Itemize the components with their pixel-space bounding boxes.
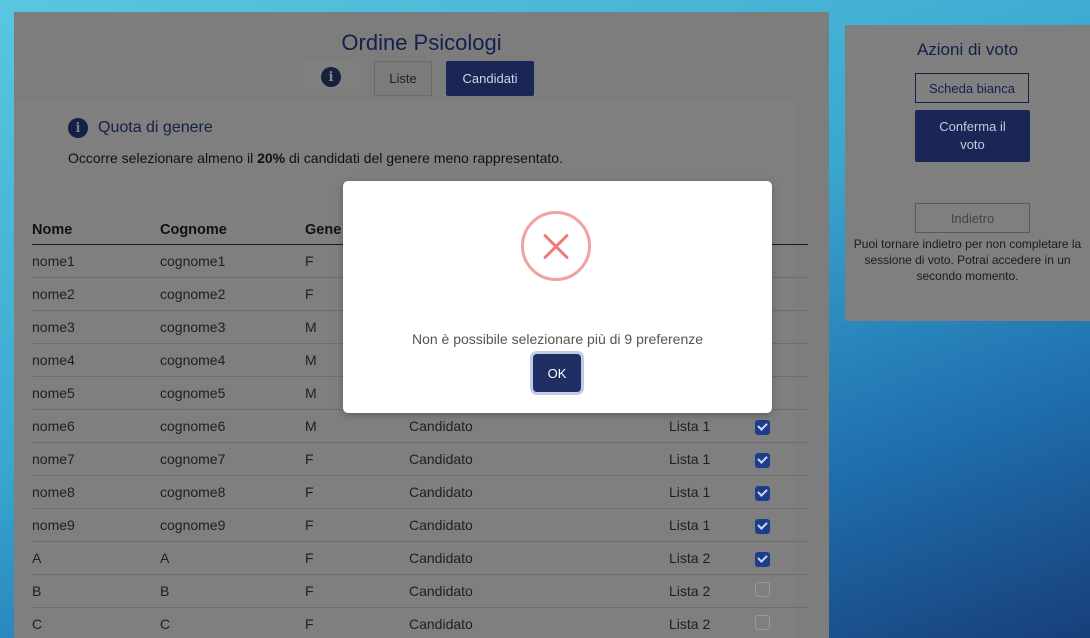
page-title: Ordine Psicologi [341,30,502,55]
error-message: Non è possibile selezionare più di 9 pre… [411,331,704,347]
select-checkbox[interactable] [755,452,770,468]
back-note: Puoi tornare indietro per non completare… [853,237,1082,283]
cell-ruolo: Candidato [409,541,669,575]
cell-cognome: cognome4 [160,343,305,377]
cell-genere: F [305,508,409,542]
tab-liste[interactable]: Liste [374,61,432,96]
confirm-vote-button[interactable]: Conferma il voto [915,110,1030,162]
cell-select [755,607,808,638]
confirm-vote-label-1: Conferma il [939,119,1006,134]
cell-ruolo: Candidato [409,607,669,638]
header-cognome: Cognome [160,216,305,245]
info-icon: i [68,118,88,138]
quota-title: Quota di genere [98,119,213,136]
error-dialog: Non è possibile selezionare più di 9 pre… [343,181,772,413]
vote-actions-title: Azioni di voto [916,40,1019,59]
cell-cognome: cognome9 [160,508,305,542]
cell-cognome: B [160,574,305,608]
cell-select [755,442,808,476]
cell-lista: Lista 2 [669,574,755,608]
select-checkbox[interactable] [755,419,770,435]
tab-bar: i Liste Candidati [302,60,534,96]
table-row: nome6 cognome6 M Candidato Lista 1 [32,409,808,443]
select-checkbox[interactable] [755,615,770,630]
header-nome: Nome [32,216,160,245]
quota-percentage: 20% [257,150,286,166]
cell-nome: C [32,607,160,638]
cell-nome: nome3 [32,310,160,344]
cell-cognome: cognome1 [160,244,305,278]
cell-nome: nome7 [32,442,160,476]
table-row: C C F Candidato Lista 2 [32,607,808,638]
cell-genere: F [305,442,409,476]
vote-actions-panel: Azioni di voto Scheda bianca Conferma il… [845,25,1090,321]
blank-ballot-button[interactable]: Scheda bianca [915,73,1029,103]
cell-genere: F [305,475,409,509]
ok-button[interactable]: OK [533,354,581,392]
cell-ruolo: Candidato [409,475,669,509]
tab-candidati[interactable]: Candidati [446,61,534,96]
cell-lista: Lista 1 [669,442,755,476]
cell-genere: M [305,409,409,443]
select-checkbox[interactable] [755,551,770,567]
cell-cognome: cognome3 [160,310,305,344]
select-checkbox[interactable] [755,518,770,534]
cell-select [755,409,808,443]
cell-select [755,475,808,509]
cell-lista: Lista 1 [669,508,755,542]
tab-info[interactable]: i [302,60,360,94]
select-checkbox[interactable] [755,582,770,597]
cell-genere: F [305,574,409,608]
cell-ruolo: Candidato [409,574,669,608]
quota-description: Occorre selezionare almeno il 20% di can… [68,150,563,166]
cell-lista: Lista 1 [669,409,755,443]
cell-nome: nome5 [32,376,160,410]
cell-nome: A [32,541,160,575]
cell-cognome: cognome6 [160,409,305,443]
error-x-icon [521,211,591,281]
cell-nome: B [32,574,160,608]
cell-cognome: cognome8 [160,475,305,509]
cell-genere: F [305,607,409,638]
table-row: nome8 cognome8 F Candidato Lista 1 [32,475,808,509]
select-checkbox[interactable] [755,485,770,501]
cell-nome: nome4 [32,343,160,377]
table-row: A A F Candidato Lista 2 [32,541,808,575]
back-button[interactable]: Indietro [915,203,1030,233]
cell-lista: Lista 2 [669,607,755,638]
cell-ruolo: Candidato [409,442,669,476]
cell-cognome: A [160,541,305,575]
cell-select [755,508,808,542]
cell-select [755,541,808,575]
table-row: B B F Candidato Lista 2 [32,574,808,608]
cell-lista: Lista 2 [669,541,755,575]
cell-nome: nome1 [32,244,160,278]
quota-heading: i Quota di genere [68,118,213,138]
cell-cognome: C [160,607,305,638]
cell-ruolo: Candidato [409,409,669,443]
cell-cognome: cognome2 [160,277,305,311]
cell-lista: Lista 1 [669,475,755,509]
cell-ruolo: Candidato [409,508,669,542]
quota-text-after: di candidati del genere meno rappresenta… [285,150,563,166]
table-row: nome9 cognome9 F Candidato Lista 1 [32,508,808,542]
cell-nome: nome9 [32,508,160,542]
cell-select [755,574,808,608]
cell-nome: nome6 [32,409,160,443]
table-row: nome7 cognome7 F Candidato Lista 1 [32,442,808,476]
cell-cognome: cognome7 [160,442,305,476]
confirm-vote-label-2: voto [960,137,985,152]
cell-genere: F [305,541,409,575]
cell-nome: nome2 [32,277,160,311]
quota-text-before: Occorre selezionare almeno il [68,150,258,166]
info-icon: i [321,67,341,87]
cell-cognome: cognome5 [160,376,305,410]
cell-nome: nome8 [32,475,160,509]
